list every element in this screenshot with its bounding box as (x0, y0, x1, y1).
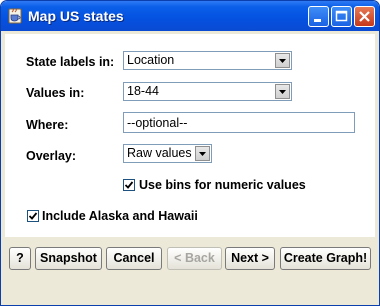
close-button[interactable] (354, 6, 375, 27)
values-value: 18-44 (127, 84, 159, 98)
chevron-down-icon[interactable] (275, 53, 290, 68)
maximize-icon (335, 10, 348, 22)
status-strip (5, 280, 375, 303)
overlay-value: Raw values (127, 146, 192, 160)
values-label: Values in: (26, 86, 85, 100)
chevron-down-icon[interactable] (195, 146, 210, 161)
dialog-window: Map US states State labels in: Location … (0, 0, 380, 306)
java-cup-icon (7, 8, 23, 24)
where-input[interactable] (123, 112, 355, 133)
state-labels-select[interactable]: Location (123, 51, 292, 70)
button-bar: ? Snapshot Cancel < Back Next > Create G… (5, 240, 375, 277)
create-graph-button[interactable]: Create Graph! (280, 247, 371, 270)
overlay-select[interactable]: Raw values (123, 144, 212, 163)
state-labels-value: Location (127, 53, 175, 67)
close-icon (359, 11, 370, 22)
where-label: Where: (26, 118, 69, 132)
include-alaska-hawaii-checkbox[interactable] (27, 210, 39, 222)
values-select[interactable]: 18-44 (123, 82, 292, 101)
state-labels-label: State labels in: (26, 55, 115, 69)
include-alaska-hawaii-label: Include Alaska and Hawaii (42, 209, 198, 223)
checkmark-icon (28, 212, 38, 220)
overlay-label: Overlay: (26, 149, 77, 163)
checkmark-icon (124, 181, 134, 189)
use-bins-label: Use bins for numeric values (139, 178, 306, 192)
minimize-icon (314, 19, 321, 22)
snapshot-button[interactable]: Snapshot (35, 247, 102, 270)
window-title: Map US states (28, 8, 124, 24)
form-panel: State labels in: Location Values in: 18-… (5, 34, 375, 237)
title-bar[interactable]: Map US states (1, 1, 379, 31)
use-bins-checkbox[interactable] (123, 179, 135, 191)
next-button[interactable]: Next > (225, 247, 275, 270)
chevron-down-icon[interactable] (275, 84, 290, 99)
maximize-button[interactable] (331, 6, 352, 27)
back-button[interactable]: < Back (167, 247, 222, 270)
cancel-button[interactable]: Cancel (106, 247, 162, 270)
minimize-button[interactable] (308, 6, 329, 27)
help-button[interactable]: ? (9, 247, 31, 270)
